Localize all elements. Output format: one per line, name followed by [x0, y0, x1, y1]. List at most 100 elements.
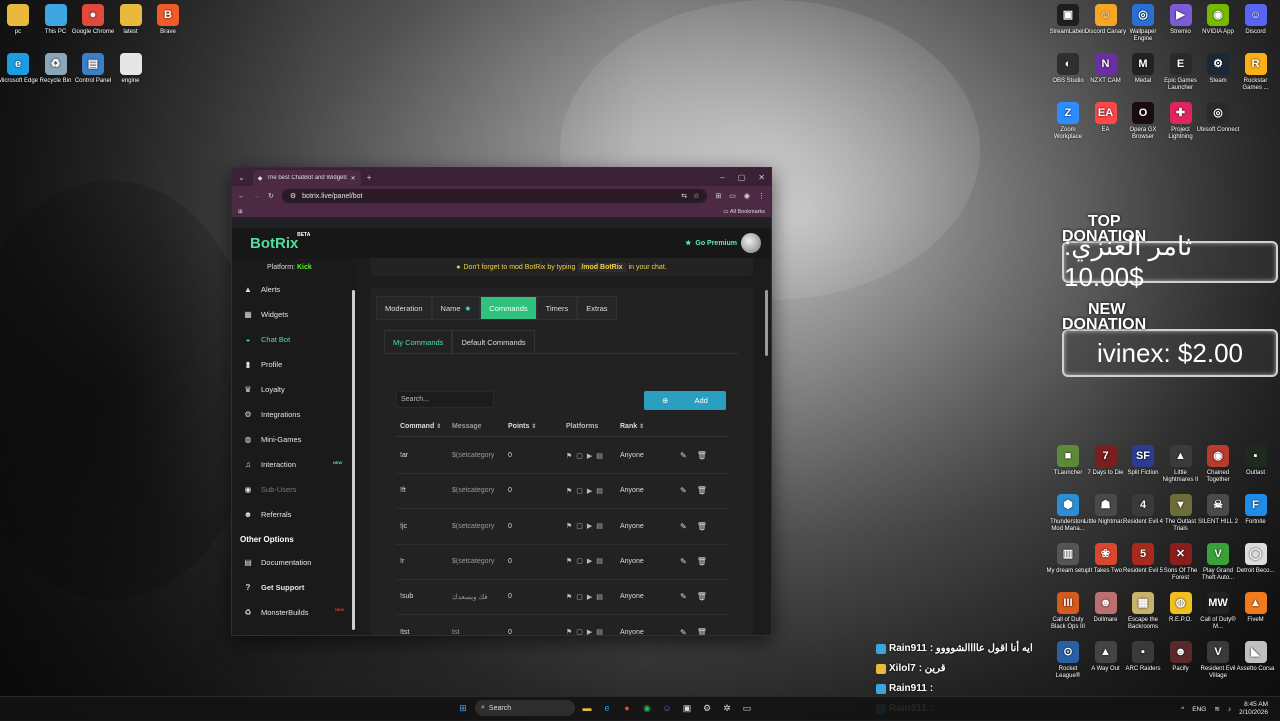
pacify-icon: ☻	[1169, 641, 1192, 663]
bookmark-star-icon[interactable]: ☆	[693, 192, 699, 200]
edit-icon[interactable]: ✎	[680, 592, 687, 601]
edit-icon[interactable]: ✎	[680, 628, 687, 636]
detroit-shortcut[interactable]: ◯ Detroit Beco...	[1234, 543, 1278, 575]
apps-grid-icon[interactable]: ⊞	[238, 209, 243, 215]
store-icon[interactable]: ▣	[679, 700, 695, 716]
assetto-corsa-shortcut[interactable]: ◣ Assetto Corsa	[1234, 641, 1278, 673]
edit-icon[interactable]: ✎	[680, 486, 687, 495]
sidebar-item-chat-bot[interactable]: ◒ Chat Bot	[232, 327, 356, 352]
windows-start-icon[interactable]: ⊞	[455, 700, 471, 716]
discord-shortcut[interactable]: ☺ Discord	[1234, 4, 1278, 36]
menu-dots-icon[interactable]: ⋮	[758, 192, 765, 200]
trash-icon[interactable]: 🗑	[697, 486, 707, 495]
all-bookmarks-link[interactable]: ▭ All Bookmarks	[723, 209, 765, 215]
trash-icon[interactable]: 🗑	[697, 451, 707, 460]
command-platforms: ⚑ ▢ ▶ ▤	[566, 487, 620, 495]
file-shortcut[interactable]: engine	[109, 53, 153, 85]
ubisoft-shortcut[interactable]: ◎ Ubisoft Connect	[1196, 102, 1240, 134]
go-premium-button[interactable]: ★ Go Premium	[685, 233, 761, 253]
reload-icon[interactable]: ↻	[268, 192, 274, 200]
command-name: !jc	[400, 522, 407, 530]
sidebar-item-mini-games[interactable]: ◍ Mini-Games	[232, 427, 356, 452]
brave-shortcut[interactable]: B Brave	[146, 4, 190, 36]
clock[interactable]: 8:45 AM 2/10/2026	[1239, 701, 1268, 717]
url-field[interactable]: ⚙ botrix.live/panel/bot ⇆ ☆	[281, 189, 708, 203]
extensions-icon[interactable]: ⊞	[715, 192, 721, 200]
trash-icon[interactable]: 🗑	[697, 592, 707, 601]
terminal-icon[interactable]: ▭	[739, 700, 755, 716]
tab-commands[interactable]: Commands	[480, 296, 537, 320]
taskbar-search[interactable]: ⌕ Search	[475, 700, 575, 716]
chevron-up-icon[interactable]: ^	[1181, 706, 1184, 713]
spotify-icon[interactable]: ◉	[639, 700, 655, 716]
maximize-button[interactable]: ▢	[738, 173, 746, 182]
tab-extras[interactable]: Extras	[577, 296, 617, 320]
fivem-shortcut[interactable]: ▲ FiveM	[1234, 592, 1278, 624]
tab-name[interactable]: Name ★	[431, 296, 481, 320]
subtab-my-commands[interactable]: My Commands	[384, 330, 453, 353]
sidebar-item-documentation[interactable]: ▤ Documentation	[232, 550, 356, 575]
sidebar-item-monsterbuilds[interactable]: ♻ MonsterBuilds NEW	[232, 600, 356, 625]
rockstar-shortcut[interactable]: R Rockstar Games ...	[1234, 53, 1278, 92]
discord-icon[interactable]: ☺	[659, 700, 675, 716]
sidebar-item-interaction[interactable]: ♫ Interaction NEW	[232, 452, 356, 477]
tab-moderation[interactable]: Moderation	[376, 296, 432, 320]
column-header-points[interactable]: Points ⇕	[508, 423, 566, 430]
trovo-icon: ▤	[596, 487, 603, 495]
trash-icon[interactable]: 🗑	[697, 522, 707, 531]
column-header-rank[interactable]: Rank ⇕	[620, 423, 680, 430]
back-icon[interactable]: ←	[238, 193, 245, 200]
edit-icon[interactable]: ✎	[680, 557, 687, 566]
forward-icon[interactable]: →	[253, 193, 260, 200]
app-header: BotRix BETA ★ Go Premium	[232, 228, 771, 258]
sidebar-item-label: Integrations	[261, 410, 301, 419]
shortcut-label: Assetto Corsa	[1236, 666, 1275, 672]
command-name: !sub	[400, 593, 414, 601]
botrix-logo[interactable]: BotRix BETA	[250, 232, 310, 252]
avatar[interactable]	[741, 233, 761, 253]
sidebar-item-profile[interactable]: ▮ Profile	[232, 352, 356, 377]
fortnite-shortcut[interactable]: F Fortnite	[1234, 494, 1278, 526]
close-window-button[interactable]: ✕	[758, 173, 765, 182]
tab-close-icon[interactable]: ✕	[351, 175, 356, 182]
add-command-button[interactable]: ⊕ Add	[644, 391, 726, 410]
star-icon: ★	[685, 240, 692, 247]
column-header-command[interactable]: Command ⇕	[396, 423, 452, 430]
new-tab-icon[interactable]: +	[367, 173, 372, 182]
sidebar-scrollbar[interactable]	[352, 290, 355, 630]
language-indicator[interactable]: ENG	[1192, 706, 1206, 713]
trash-icon[interactable]: 🗑	[697, 557, 707, 566]
site-info-icon[interactable]: ⚙	[290, 192, 296, 200]
page-scrollbar[interactable]	[765, 290, 768, 356]
tab-search-icon[interactable]: ⌄	[238, 173, 245, 182]
cast-icon[interactable]: ▭	[729, 192, 736, 200]
browser-tab[interactable]: ◆ The best ChatBot and Widgets ✕	[252, 170, 361, 186]
edge-icon[interactable]: e	[599, 700, 615, 716]
ea-icon: EA	[1094, 102, 1117, 124]
outlast-shortcut[interactable]: ▪ Outlast	[1234, 445, 1278, 477]
edit-icon[interactable]: ✎	[680, 522, 687, 531]
steam-icon[interactable]: ⚙	[699, 700, 715, 716]
command-message: $(setcategory	[452, 557, 495, 565]
sidebar-item-referrals[interactable]: ☻ Referrals	[232, 502, 356, 527]
wifi-icon[interactable]: ≋	[1214, 705, 1219, 713]
search-input[interactable]: Search...	[396, 391, 494, 408]
tab-timers[interactable]: Timers	[536, 296, 578, 320]
sidebar-item-alerts[interactable]: ▲ Alerts	[232, 277, 356, 302]
edit-icon[interactable]: ✎	[680, 451, 687, 460]
sidebar-item-get-support[interactable]: ? Get Support	[232, 575, 356, 600]
minimize-button[interactable]: –	[720, 173, 724, 182]
volume-icon[interactable]: ♪	[1228, 706, 1231, 713]
chrome-icon[interactable]: ●	[619, 700, 635, 716]
sidebar-item-widgets[interactable]: ▦ Widgets	[232, 302, 356, 327]
shortcut-label: FiveM	[1247, 617, 1264, 623]
settings-icon[interactable]: ✲	[719, 700, 735, 716]
profile-icon[interactable]: ◉	[744, 192, 750, 200]
translate-icon[interactable]: ⇆	[681, 192, 687, 200]
trash-icon[interactable]: 🗑	[697, 628, 707, 636]
subtab-default-commands[interactable]: Default Commands	[452, 330, 535, 353]
sidebar-item-loyalty[interactable]: ♛ Loyalty	[232, 377, 356, 402]
file-explorer-icon[interactable]: ▬	[579, 700, 595, 716]
sidebar-item-sub-users[interactable]: ◉ Sub-Users	[232, 477, 356, 502]
sidebar-item-integrations[interactable]: ⚙ Integrations	[232, 402, 356, 427]
